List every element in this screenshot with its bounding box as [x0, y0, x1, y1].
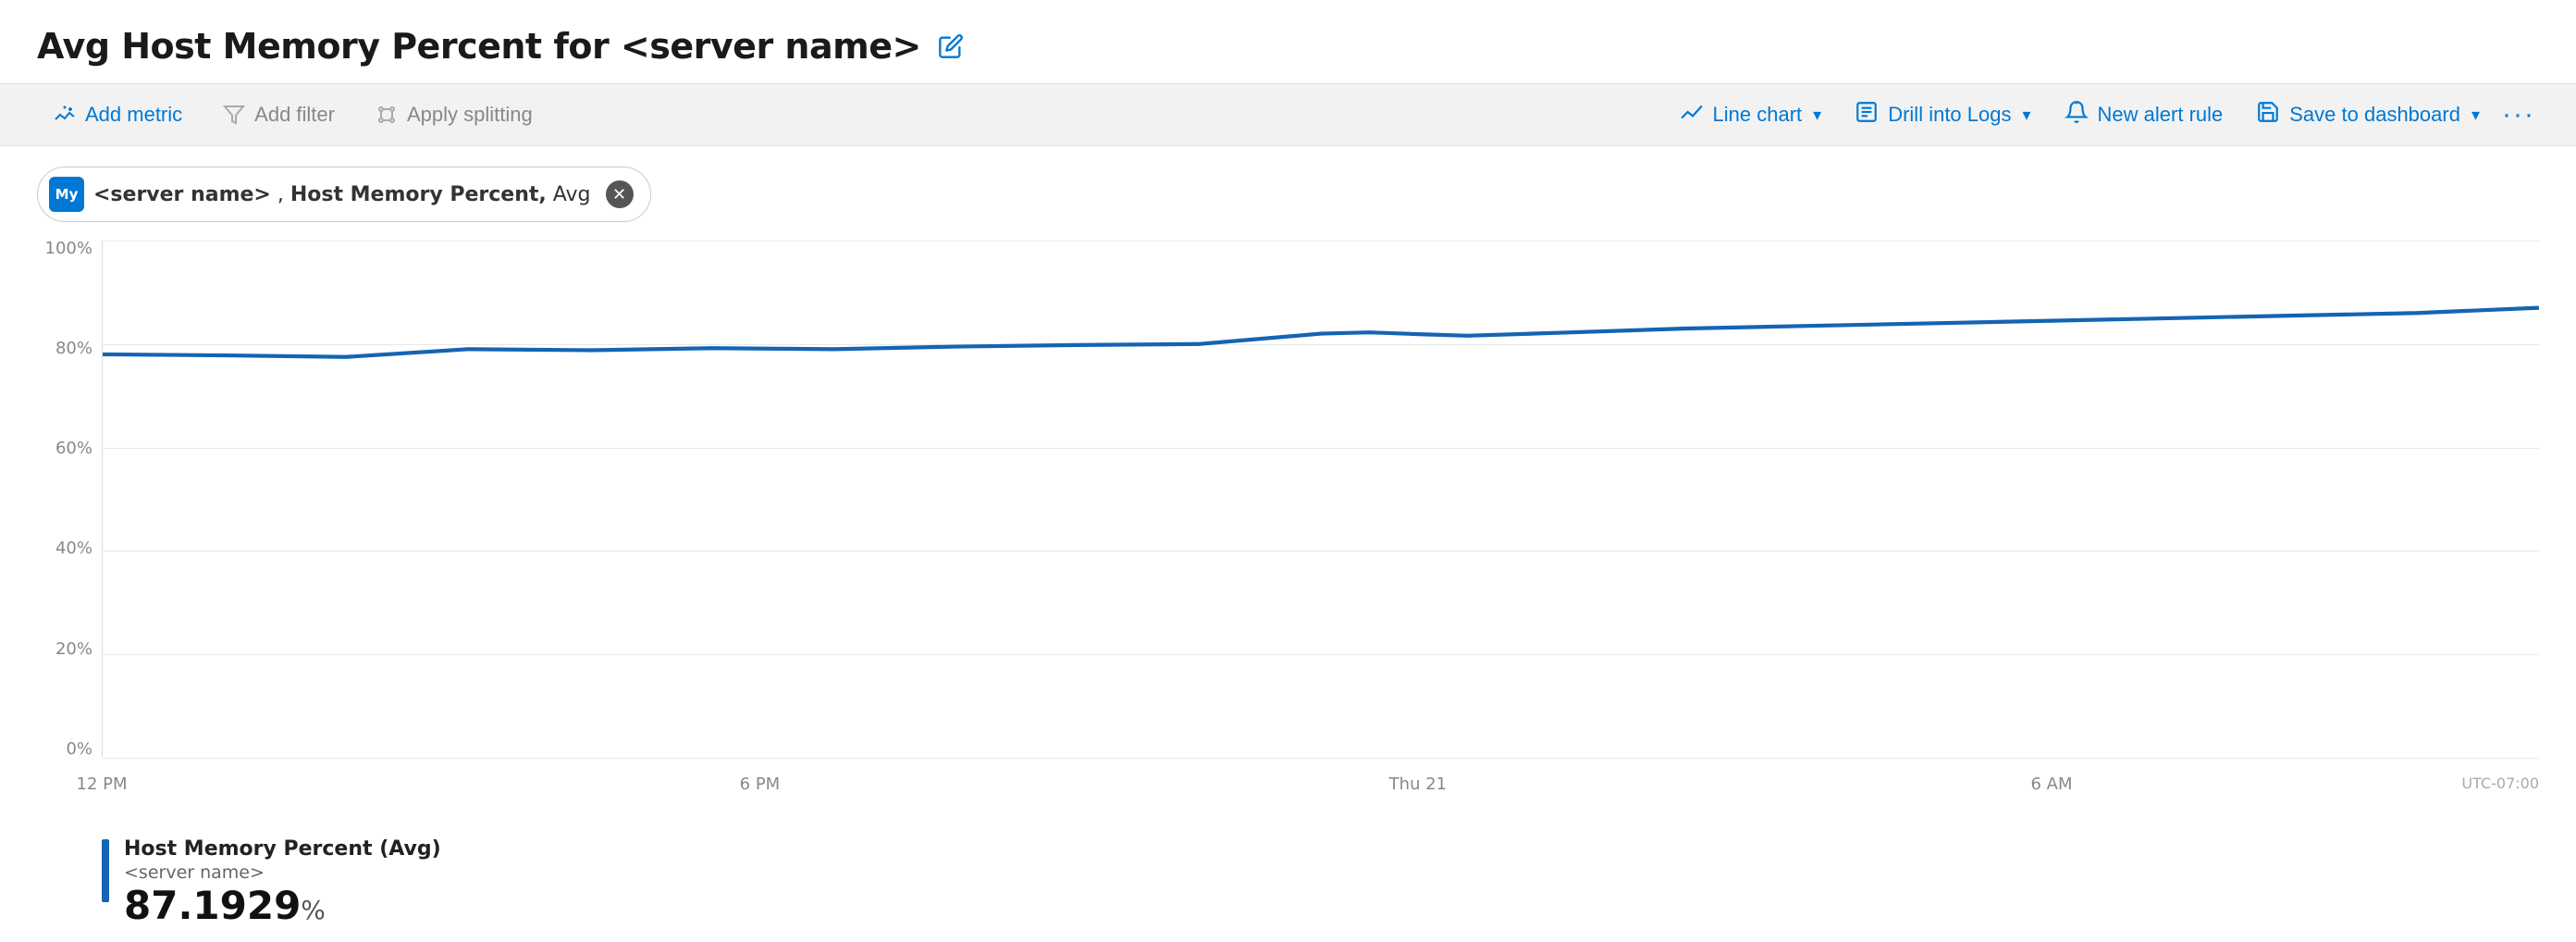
legend-value-number: 87.1929 — [124, 883, 301, 928]
more-options-button[interactable]: ··· — [2498, 94, 2539, 135]
legend-value: 87.1929% — [124, 885, 441, 927]
metric-icon-text: My — [55, 186, 79, 203]
line-chart-icon — [1680, 100, 1704, 130]
drill-logs-icon — [1855, 100, 1879, 130]
line-chart-chevron: ▾ — [1813, 105, 1821, 125]
legend-area: Host Memory Percent (Avg) <server name> … — [0, 823, 2576, 942]
add-metric-button[interactable]: Add metric — [37, 93, 199, 136]
chart-area: 100% 80% 60% 40% 20% 0% — [0, 231, 2576, 823]
legend-unit: % — [301, 895, 326, 925]
more-options-icon: ··· — [2502, 99, 2535, 130]
new-alert-rule-button[interactable]: New alert rule — [2050, 91, 2238, 139]
save-dashboard-label: Save to dashboard — [2289, 103, 2460, 127]
main-container: Avg Host Memory Percent for <server name… — [0, 0, 2576, 942]
y-label-0: 0% — [66, 741, 92, 758]
grid-line-0 — [103, 758, 2539, 759]
chart-line-svg — [103, 241, 2539, 758]
metric-tag-area: My <server name> , Host Memory Percent, … — [0, 146, 2576, 231]
x-label-6am: 6 AM — [2030, 775, 2072, 794]
add-filter-icon — [223, 104, 245, 126]
y-label-40: 40% — [55, 540, 92, 557]
new-alert-rule-label: New alert rule — [2098, 103, 2224, 127]
apply-splitting-icon — [376, 104, 398, 126]
save-dashboard-button[interactable]: Save to dashboard ▾ — [2241, 91, 2495, 139]
drill-logs-chevron: ▾ — [2022, 105, 2030, 125]
edit-icon[interactable] — [938, 33, 964, 59]
chart-wrapper: 100% 80% 60% 40% 20% 0% — [37, 241, 2539, 813]
x-label-6pm: 6 PM — [740, 775, 781, 794]
y-label-20: 20% — [55, 641, 92, 658]
metric-tag-icon: My — [49, 177, 84, 212]
drill-logs-button[interactable]: Drill into Logs ▾ — [1840, 91, 2045, 139]
toolbar-left: Add metric Add filter — [37, 93, 549, 136]
metric-aggregation: Avg — [553, 183, 591, 206]
metric-tag: My <server name> , Host Memory Percent, … — [37, 167, 651, 222]
add-filter-label: Add filter — [254, 103, 335, 127]
legend-color-bar — [102, 839, 109, 902]
toolbar: Add metric Add filter — [0, 83, 2576, 146]
y-label-60: 60% — [55, 440, 92, 457]
metric-tag-close-button[interactable]: ✕ — [606, 180, 634, 208]
y-label-100: 100% — [45, 241, 92, 257]
page-header: Avg Host Memory Percent for <server name… — [0, 0, 2576, 83]
toolbar-right: Line chart ▾ Drill into Logs ▾ — [1665, 91, 2539, 139]
add-filter-button[interactable]: Add filter — [206, 93, 351, 136]
save-dashboard-chevron: ▾ — [2471, 105, 2480, 125]
apply-splitting-button[interactable]: Apply splitting — [359, 93, 549, 136]
metric-comma: , — [277, 183, 284, 206]
y-axis: 100% 80% 60% 40% 20% 0% — [37, 241, 102, 758]
line-chart-button[interactable]: Line chart ▾ — [1665, 91, 1837, 139]
chart-line — [103, 308, 2539, 357]
drill-logs-label: Drill into Logs — [1888, 103, 2011, 127]
add-metric-icon — [54, 104, 76, 126]
line-chart-label: Line chart — [1713, 103, 1803, 127]
page-title: Avg Host Memory Percent for <server name… — [37, 26, 921, 67]
metric-tag-server: <server name> , Host Memory Percent, Avg — [93, 183, 591, 206]
legend-title: Host Memory Percent (Avg) — [124, 837, 441, 861]
x-label-thu21: Thu 21 — [1389, 775, 1447, 794]
add-metric-label: Add metric — [85, 103, 182, 127]
y-label-80: 80% — [55, 341, 92, 357]
x-label-12pm: 12 PM — [76, 775, 127, 794]
x-axis: 12 PM 6 PM Thu 21 6 AM UTC-07:00 — [102, 767, 2539, 813]
legend-server: <server name> — [124, 862, 441, 883]
apply-splitting-label: Apply splitting — [407, 103, 533, 127]
save-dashboard-icon — [2256, 100, 2280, 130]
legend-text: Host Memory Percent (Avg) <server name> … — [124, 837, 441, 927]
chart-plot — [102, 241, 2539, 758]
new-alert-rule-icon — [2064, 100, 2089, 130]
utc-label: UTC-07:00 — [2461, 775, 2539, 792]
